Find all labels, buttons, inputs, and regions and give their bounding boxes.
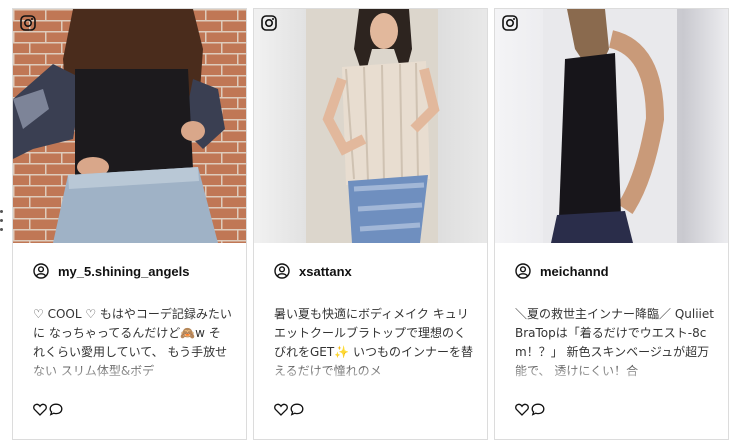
scroll-indicator: [0, 210, 6, 240]
post-photo-2[interactable]: [254, 9, 487, 243]
username: meichannd: [540, 263, 609, 279]
instagram-icon[interactable]: [261, 15, 277, 31]
post-caption: 暑い夏も快適にボディメイク キュリエットクールブラトップで理想のくびれをGET✨…: [274, 307, 473, 378]
post-photo-1[interactable]: [13, 9, 246, 243]
username-link[interactable]: my_5.shining_angels: [33, 263, 190, 279]
heart-icon[interactable]: [33, 403, 47, 416]
comment-icon[interactable]: [531, 403, 545, 416]
post-card-2[interactable]: xsattanx 暑い夏も快適にボディメイク キュリエットクールブラトップで理想…: [253, 8, 488, 440]
post-caption: ♡ COOL ♡ もはやコーデ記録みたいに なっちゃってるんだけど🙈w それくら…: [33, 307, 232, 378]
user-circle-icon: [274, 263, 290, 279]
instagram-icon[interactable]: [20, 15, 36, 31]
post-caption: ＼夏の救世主インナー降臨／ QuliietBraTopは「着るだけでウエスト-8…: [515, 307, 714, 378]
post-card-1[interactable]: my_5.shining_angels ♡ COOL ♡ もはやコーデ記録みたい…: [12, 8, 247, 440]
user-circle-icon: [33, 263, 49, 279]
comment-icon[interactable]: [290, 403, 304, 416]
username-link[interactable]: meichannd: [515, 263, 609, 279]
instagram-icon[interactable]: [502, 15, 518, 31]
username: xsattanx: [299, 263, 352, 279]
heart-icon[interactable]: [274, 403, 288, 416]
username-link[interactable]: xsattanx: [274, 263, 352, 279]
post-card-3[interactable]: meichannd ＼夏の救世主インナー降臨／ QuliietBraTopは「着…: [494, 8, 729, 440]
post-photo-3[interactable]: [495, 9, 728, 243]
username: my_5.shining_angels: [58, 263, 190, 279]
heart-icon[interactable]: [515, 403, 529, 416]
comment-icon[interactable]: [49, 403, 63, 416]
user-circle-icon: [515, 263, 531, 279]
